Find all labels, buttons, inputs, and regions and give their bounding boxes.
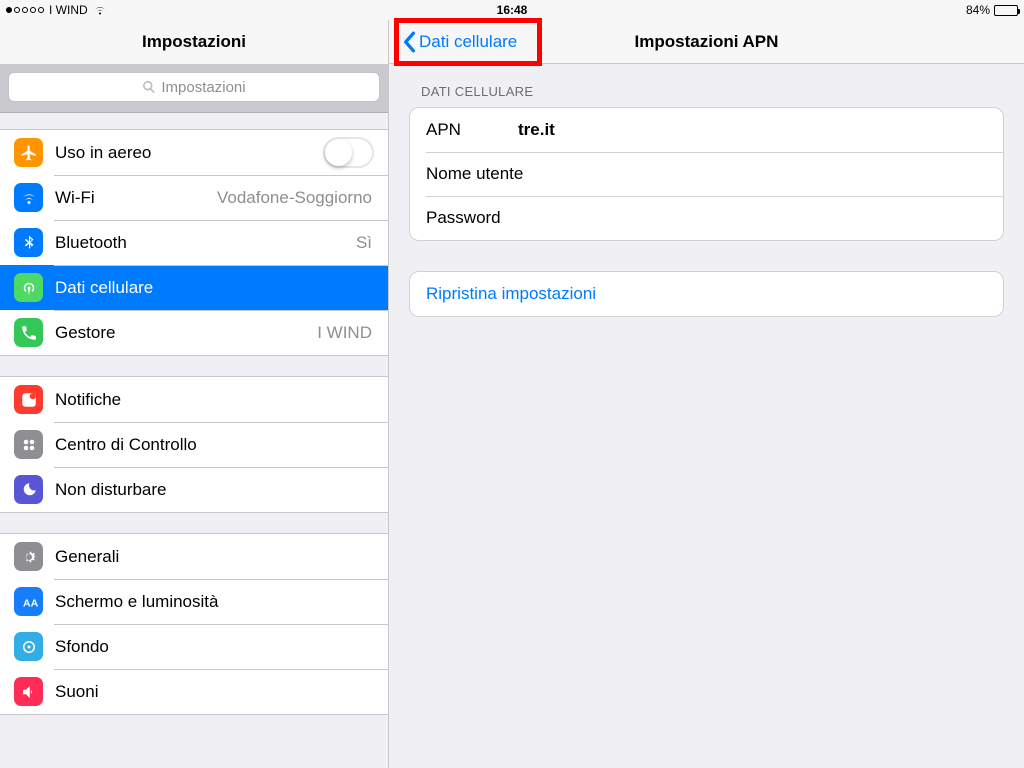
apn-value[interactable]: tre.it [518,120,555,140]
cellular-label: Dati cellulare [55,278,153,298]
reset-label: Ripristina impostazioni [426,284,596,304]
settings-sidebar: Impostazioni Impostazioni Uso in aereo W… [0,20,389,768]
signal-strength-icon [6,7,44,13]
display-icon: AA [14,587,43,616]
wifi-settings-icon [14,183,43,212]
search-placeholder: Impostazioni [161,79,245,96]
carrier-value: I WIND [317,323,372,343]
clock: 16:48 [0,3,1024,17]
notifications-icon [14,385,43,414]
detail-navbar: Dati cellulare Impostazioni APN [389,20,1024,64]
detail-pane: Dati cellulare Impostazioni APN DATI CEL… [389,20,1024,768]
phone-icon [14,318,43,347]
section-header-cellular-data: DATI CELLULARE [389,64,1024,107]
search-icon [142,80,156,94]
sidebar-item-control-center[interactable]: Centro di Controllo [0,422,388,467]
sidebar-item-wallpaper[interactable]: Sfondo [0,624,388,669]
chevron-left-icon [401,31,417,53]
wifi-label: Wi-Fi [55,188,95,208]
battery-percent: 84% [966,3,990,17]
reset-group: Ripristina impostazioni [409,271,1004,317]
back-label: Dati cellulare [419,32,517,52]
sidebar-item-sounds[interactable]: Suoni [0,669,388,714]
sounds-label: Suoni [55,682,98,702]
general-label: Generali [55,547,119,567]
wifi-value: Vodafone-Soggiorno [217,188,372,208]
dnd-label: Non disturbare [55,480,167,500]
password-label: Password [426,208,518,228]
apn-label: APN [426,120,518,140]
password-row[interactable]: Password [410,196,1003,240]
battery-icon [994,5,1018,16]
gear-icon [14,542,43,571]
sidebar-title: Impostazioni [142,32,246,52]
username-label: Nome utente [426,164,523,184]
back-button[interactable]: Dati cellulare [393,20,525,63]
bluetooth-icon [14,228,43,257]
sidebar-item-cellular[interactable]: Dati cellulare [0,265,388,310]
wallpaper-label: Sfondo [55,637,109,657]
display-label: Schermo e luminosità [55,592,218,612]
wifi-icon [93,5,107,15]
sidebar-item-carrier[interactable]: Gestore I WIND [0,310,388,355]
moon-icon [14,475,43,504]
airplane-icon [14,138,43,167]
sidebar-item-general[interactable]: Generali [0,534,388,579]
airplane-label: Uso in aereo [55,143,151,163]
sidebar-item-wifi[interactable]: Wi-Fi Vodafone-Soggiorno [0,175,388,220]
sidebar-item-display[interactable]: AA Schermo e luminosità [0,579,388,624]
sidebar-item-dnd[interactable]: Non disturbare [0,467,388,512]
sounds-icon [14,677,43,706]
search-input[interactable]: Impostazioni [8,72,380,102]
control-center-icon [14,430,43,459]
detail-title: Impostazioni APN [635,32,779,52]
cellular-icon [14,273,43,302]
notifications-label: Notifiche [55,390,121,410]
status-bar: I WIND 16:48 84% [0,0,1024,20]
apn-settings-group: APN tre.it Nome utente Password [409,107,1004,241]
sidebar-item-bluetooth[interactable]: Bluetooth Sì [0,220,388,265]
reset-settings-button[interactable]: Ripristina impostazioni [410,272,1003,316]
sidebar-navbar: Impostazioni [0,20,388,64]
sidebar-item-notifications[interactable]: Notifiche [0,377,388,422]
username-row[interactable]: Nome utente [410,152,1003,196]
apn-row[interactable]: APN tre.it [410,108,1003,152]
svg-text:AA: AA [23,597,38,609]
carrier-label-row: Gestore [55,323,115,343]
bluetooth-label: Bluetooth [55,233,127,253]
control-center-label: Centro di Controllo [55,435,197,455]
carrier-label: I WIND [49,3,88,17]
wallpaper-icon [14,632,43,661]
airplane-toggle[interactable] [323,137,374,168]
bluetooth-value: Sì [356,233,372,253]
sidebar-item-airplane[interactable]: Uso in aereo [0,130,388,175]
